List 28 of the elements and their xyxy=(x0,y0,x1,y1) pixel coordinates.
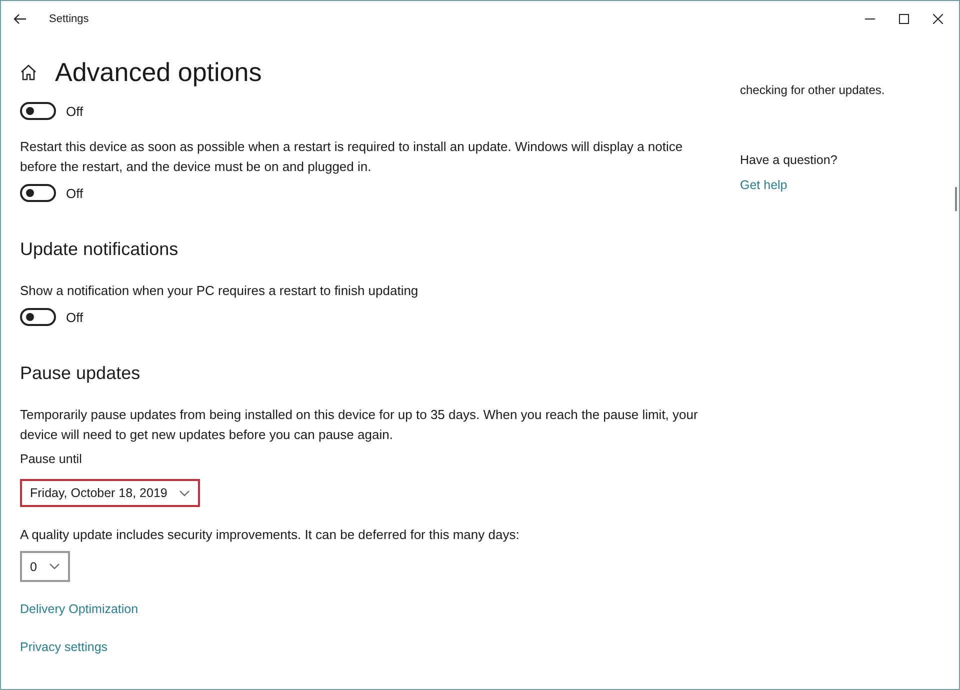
dropdown[interactable]: Friday, October 18, 2019 xyxy=(20,479,200,507)
description-text: A quality update includes security improvements. It can be deferred for this many days: xyxy=(20,526,520,544)
chevron-down-icon xyxy=(48,563,60,570)
close-icon xyxy=(933,14,943,24)
toggle-switch[interactable] xyxy=(20,308,56,326)
chevron-down-icon xyxy=(179,490,190,496)
get-help-link[interactable]: Get help xyxy=(740,175,788,195)
sidebar-heading: Have a question? xyxy=(740,153,838,167)
toggle-state-label: Off xyxy=(66,310,84,324)
toggle-switch[interactable] xyxy=(20,184,56,202)
toggle-state-label: Off xyxy=(66,104,84,118)
sidebar-text: checking for other updates. xyxy=(740,83,885,97)
description-text: Temporarily pause updates from being installed on this device for up to 35 days. When you reach the pause limit, your device will need to get new updates before you can pause again. xyxy=(20,406,699,444)
field-label: Pause until xyxy=(20,451,82,468)
section-heading: Update notifications xyxy=(20,238,178,261)
section-heading: Pause updates xyxy=(20,362,140,385)
window-title: Settings xyxy=(49,13,89,25)
description-text: Show a notification when your PC requires a restart to finish updating xyxy=(20,282,418,300)
maximize-icon xyxy=(899,14,909,24)
home-icon[interactable] xyxy=(20,64,37,80)
link[interactable]: Privacy settings xyxy=(20,637,108,657)
description-text: Restart this device as soon as possible when a restart is required to install an update. Windows will display a notice before the restart, and the device must be on and plugged in. xyxy=(20,138,684,176)
toggle-state-label: Off xyxy=(66,186,84,200)
link[interactable]: Delivery Optimization xyxy=(20,599,138,619)
dropdown[interactable]: 0 xyxy=(20,551,70,582)
page-title: Advanced options xyxy=(55,56,262,88)
back-arrow-icon[interactable] xyxy=(13,13,27,25)
toggle-switch[interactable] xyxy=(20,102,56,120)
